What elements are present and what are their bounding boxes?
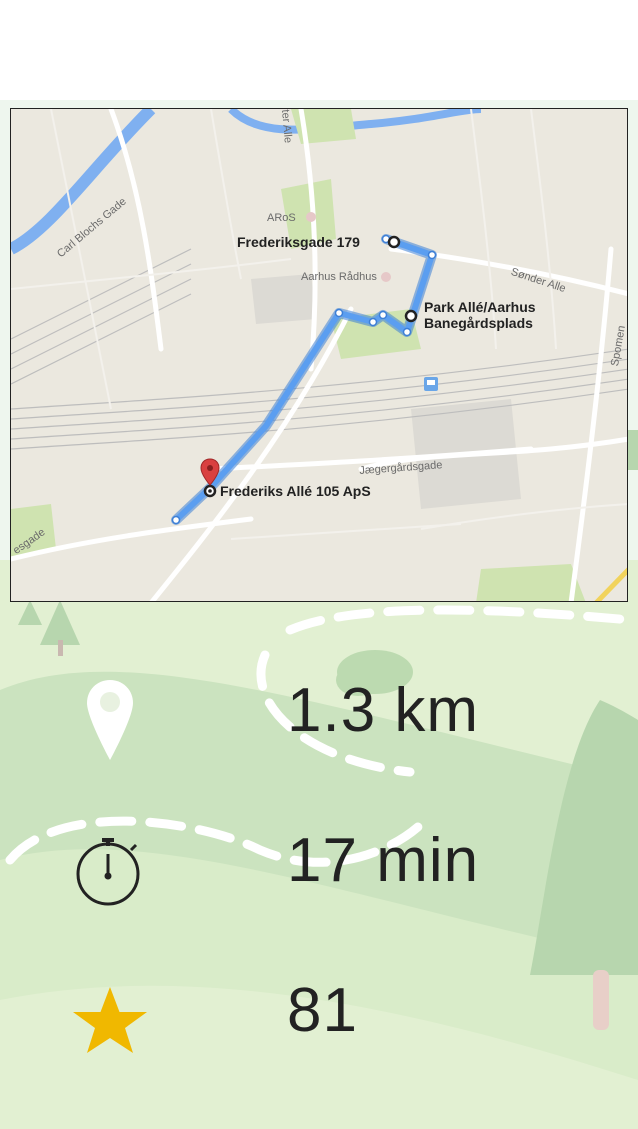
location-pin-icon bbox=[60, 665, 160, 775]
stop-label-line: Banegårdsplads bbox=[424, 315, 533, 331]
duration-row: 17 min bbox=[0, 815, 638, 935]
stop-label-middle: Park Allé/Aarhus Banegårdsplads bbox=[424, 299, 536, 331]
star-icon bbox=[60, 965, 160, 1075]
duration-value: 17 min bbox=[287, 826, 480, 895]
stop-label-end: Frederiks Allé 105 ApS bbox=[220, 483, 371, 499]
stop-label-line: Park Allé/Aarhus bbox=[424, 299, 536, 315]
points-row: 81 bbox=[0, 965, 638, 1085]
distance-row: 1.3 km bbox=[0, 665, 638, 785]
stopwatch-icon bbox=[60, 815, 160, 925]
map-canvas bbox=[11, 109, 627, 601]
distance-value: 1.3 km bbox=[287, 676, 480, 745]
street-label: ARoS bbox=[267, 212, 296, 224]
destination-pin-icon[interactable] bbox=[200, 458, 220, 486]
street-label: Aarhus Rådhus bbox=[301, 271, 377, 283]
stop-label-start: Frederiksgade 179 bbox=[237, 234, 360, 250]
route-map[interactable]: ter Alle Carl Blochs Gade ARoS Aarhus Rå… bbox=[10, 108, 628, 602]
points-value: 81 bbox=[287, 976, 358, 1045]
